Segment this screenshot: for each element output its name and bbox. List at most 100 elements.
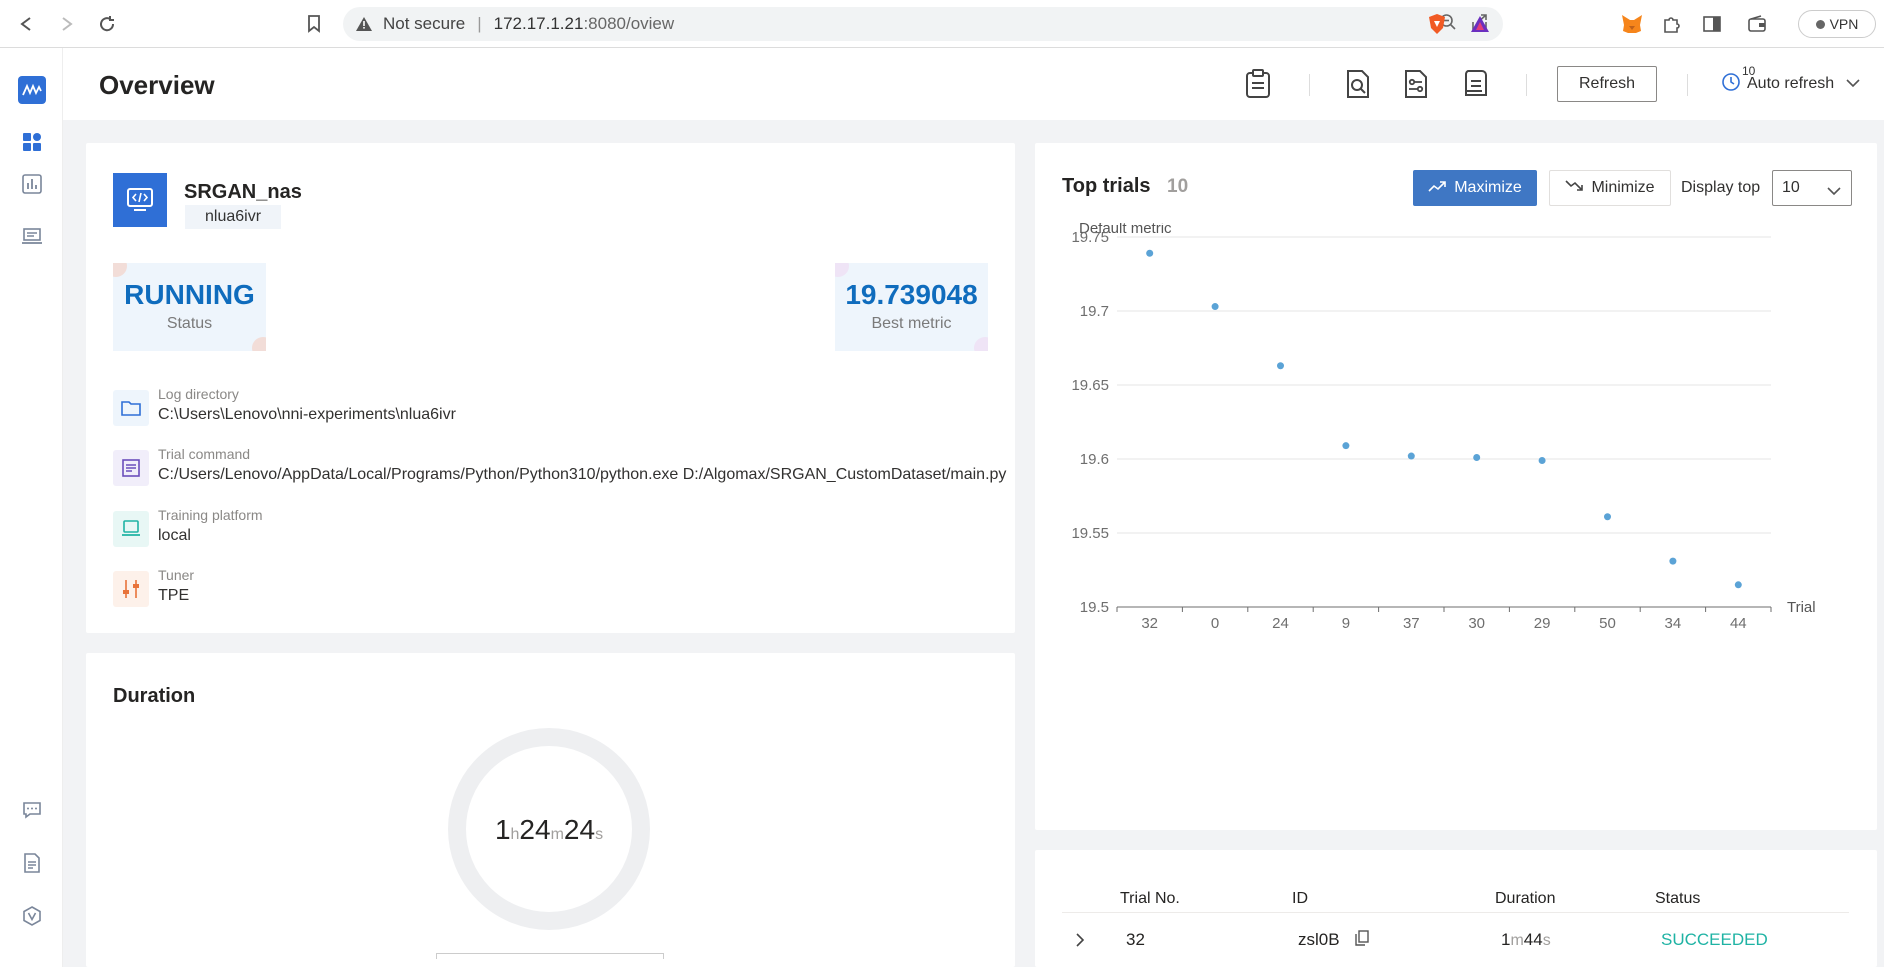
best-metric-box: 19.739048 Best metric (835, 263, 988, 351)
y-tick-label: 19.5 (1080, 599, 1109, 616)
top-trials-title: Top trials (1062, 175, 1151, 197)
display-top-select[interactable]: 10 (1772, 170, 1852, 206)
reload-icon[interactable] (93, 10, 121, 38)
security-warning: Not secure (383, 14, 466, 33)
x-tick-label: 50 (1599, 615, 1616, 632)
x-tick-label: 29 (1534, 615, 1551, 632)
auto-refresh-dropdown[interactable]: Auto refresh (1721, 66, 1871, 102)
info-value: C:/Users/Lenovo/AppData/Local/Programs/P… (158, 466, 1007, 483)
address-bar[interactable]: Not secure | 172.17.1.21 :8080/oview (343, 7, 1503, 41)
documentation-icon[interactable] (18, 849, 46, 877)
display-top-value: 10 (1782, 179, 1800, 196)
top-trials-scatter-chart: Default metric19.7519.719.6519.619.5519.… (1071, 223, 1816, 632)
chevron-right-icon[interactable] (1075, 932, 1085, 953)
extensions-icon[interactable] (1660, 12, 1684, 36)
info-label: Training platform (158, 507, 263, 523)
duration-hours: 1 (494, 814, 511, 845)
experiment-summary-icon[interactable] (1242, 68, 1274, 100)
url-separator: | (477, 14, 482, 33)
column-header-duration[interactable]: Duration (1495, 890, 1555, 908)
minutes-unit: m (1510, 932, 1524, 949)
decorative-corner (252, 337, 266, 351)
x-tick-label: 37 (1403, 615, 1420, 632)
duration-minutes: 24 (519, 814, 551, 845)
clock-icon (1721, 72, 1741, 97)
x-tick-label: 32 (1141, 615, 1158, 632)
info-label: Tuner (158, 567, 195, 583)
x-axis-label: Trial (1787, 599, 1816, 616)
metamask-icon[interactable] (1620, 12, 1644, 36)
maximize-button[interactable]: Maximize (1413, 170, 1537, 206)
document-icon (113, 450, 149, 486)
experiment-info-card: SRGAN_nas nlua6ivr RUNNING Status 19.739… (86, 143, 1015, 633)
decorative-corner (974, 337, 988, 351)
status-label: Status (166, 315, 213, 332)
page-header: Overview Refresh 10 Auto refresh (63, 48, 1884, 120)
version-icon[interactable] (18, 902, 46, 930)
x-tick-label: 24 (1272, 615, 1289, 632)
column-header-status[interactable]: Status (1655, 890, 1700, 908)
brave-rewards-icon[interactable] (1468, 12, 1492, 36)
brave-shield-icon[interactable] (1425, 12, 1449, 36)
duration-seconds: 24 (563, 814, 596, 845)
feedback-icon[interactable] (18, 796, 46, 824)
minimize-button[interactable]: Minimize (1549, 170, 1671, 206)
trial-id-cell: zsl0B (1298, 930, 1340, 949)
y-tick-label: 19.75 (1071, 229, 1109, 246)
tuner-icon (113, 571, 149, 607)
nni-logo-icon[interactable] (18, 76, 46, 104)
view-search-icon[interactable] (1342, 68, 1374, 100)
column-header-trial-no[interactable]: Trial No. (1120, 890, 1180, 908)
vpn-status-icon (1815, 19, 1825, 29)
duration-seconds: 44 (1523, 930, 1543, 949)
overview-icon[interactable] (18, 128, 46, 156)
copy-icon[interactable] (1355, 930, 1369, 951)
trial-duration-cell: 1m44s (1501, 930, 1551, 950)
data-point (1342, 442, 1350, 450)
data-point (1407, 452, 1415, 460)
duration-edit-controls[interactable] (436, 953, 664, 959)
app-sidebar (0, 48, 63, 967)
config-icon[interactable] (1400, 68, 1432, 100)
trial-no-cell: 32 (1126, 930, 1145, 949)
sidebar-toggle-icon[interactable] (1700, 12, 1724, 36)
status-box: RUNNING Status (113, 263, 266, 351)
trial-status-cell: SUCCEEDED (1661, 930, 1768, 949)
trials-detail-icon[interactable] (18, 170, 46, 198)
url-host: 172.17.1.21 (493, 14, 584, 33)
info-value: local (158, 527, 191, 544)
table-divider (1062, 912, 1849, 913)
data-point (1473, 454, 1481, 462)
duration-card: Duration 1h24m24s (86, 653, 1015, 967)
duration-title: Duration (113, 685, 196, 707)
back-icon[interactable] (12, 10, 40, 38)
logs-icon[interactable] (1459, 68, 1491, 100)
minimize-label: Minimize (1591, 179, 1655, 196)
data-point (1277, 362, 1284, 370)
column-header-id[interactable]: ID (1292, 890, 1308, 908)
laptop-icon (113, 511, 149, 547)
trials-table-card: Trial No. ID Duration Status 32 zsl0B 1m… (1035, 850, 1877, 967)
info-label: Log directory (158, 386, 239, 402)
vpn-button[interactable]: VPN (1798, 10, 1876, 38)
experiment-name: SRGAN_nas (184, 181, 302, 203)
forward-icon[interactable] (53, 10, 81, 38)
x-tick-label: 0 (1211, 615, 1219, 632)
best-metric-label: Best metric (871, 315, 952, 332)
y-tick-label: 19.6 (1080, 451, 1109, 468)
x-tick-label: 30 (1468, 615, 1485, 632)
auto-refresh-label: Auto refresh (1747, 75, 1835, 92)
seconds-unit: s (595, 826, 604, 843)
refresh-button[interactable]: Refresh (1557, 66, 1657, 102)
bookmark-icon[interactable] (300, 10, 328, 38)
info-value: TPE (158, 587, 190, 604)
page-title: Overview (99, 70, 215, 100)
x-tick-label: 9 (1342, 615, 1350, 632)
experiments-icon[interactable] (18, 222, 46, 250)
experiment-id-badge: nlua6ivr (185, 205, 282, 229)
wallet-icon[interactable] (1745, 12, 1769, 36)
x-tick-label: 44 (1730, 615, 1747, 632)
data-point (1669, 557, 1677, 565)
seconds-unit: s (1542, 932, 1551, 949)
maximize-label: Maximize (1454, 179, 1522, 196)
